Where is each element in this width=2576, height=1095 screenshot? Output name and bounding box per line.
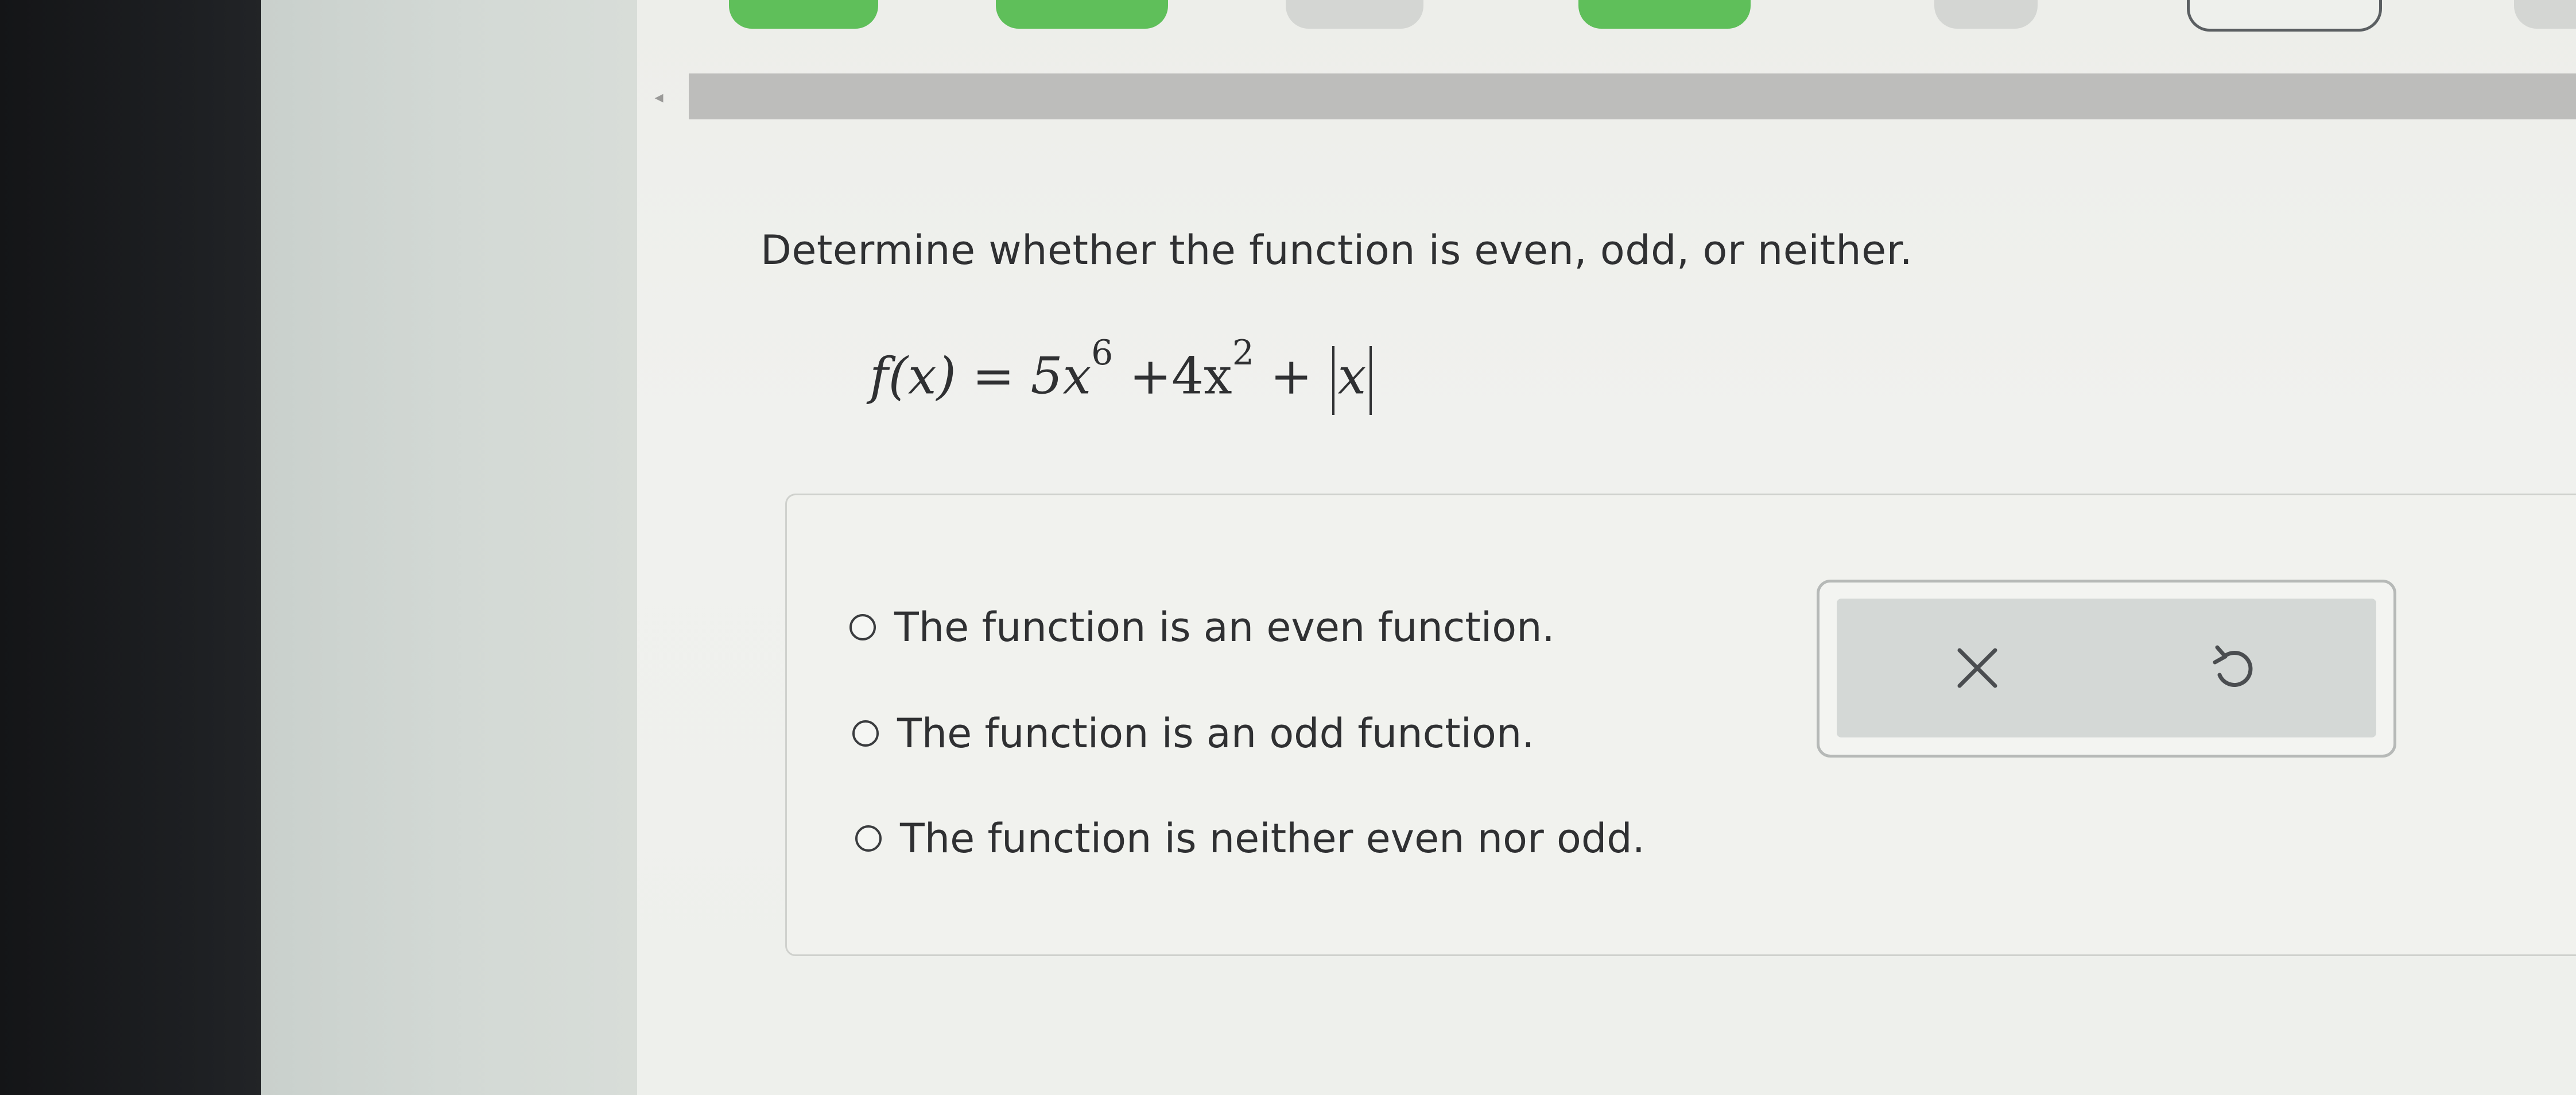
scroll-left-icon[interactable]: ◂	[647, 86, 670, 109]
progress-tab-7[interactable]	[2514, 0, 2576, 29]
option-odd[interactable]: The function is an odd function.	[852, 710, 1534, 757]
abs-bar-left	[1332, 345, 1334, 415]
undo-icon	[2213, 645, 2253, 687]
radio-even[interactable]	[849, 614, 876, 640]
option-even[interactable]: The function is an even function.	[849, 604, 1555, 651]
undo-button[interactable]	[2147, 599, 2319, 737]
question-prompt: Determine whether the function is even, …	[761, 227, 1913, 274]
progress-tab-1[interactable]	[729, 0, 878, 29]
answer-tools	[1817, 580, 2396, 758]
radio-odd[interactable]	[852, 720, 879, 747]
side-panel	[261, 0, 674, 1095]
progress-tab-5[interactable]	[1934, 0, 2038, 29]
equation-exponent-1: 6	[1091, 333, 1114, 373]
abs-bar-right	[1370, 345, 1372, 415]
option-odd-label: The function is an odd function.	[897, 710, 1535, 757]
close-icon	[1957, 648, 1997, 688]
answer-tools-inner	[1837, 599, 2376, 737]
equation-term-2: +4x	[1113, 346, 1232, 406]
equation-exponent-2: 2	[1232, 333, 1254, 373]
progress-tab-3[interactable]	[1286, 0, 1423, 29]
option-even-label: The function is an even function.	[894, 604, 1555, 651]
horizontal-scrollbar[interactable]	[689, 73, 2576, 119]
progress-tab-4[interactable]	[1578, 0, 1751, 29]
clear-button[interactable]	[1891, 599, 2063, 737]
radio-neither[interactable]	[855, 825, 882, 852]
option-neither[interactable]: The function is neither even nor odd.	[855, 815, 1645, 862]
equation-abs-arg: x	[1337, 346, 1367, 406]
progress-tab-6[interactable]	[2187, 0, 2382, 32]
equation-lhs: f(x) = 5x	[870, 346, 1092, 406]
function-equation: f(x) = 5x6 +4x2 + x	[870, 333, 1375, 415]
progress-tab-2[interactable]	[996, 0, 1168, 29]
option-neither-label: The function is neither even nor odd.	[900, 815, 1645, 862]
equation-plus: +	[1254, 346, 1329, 406]
